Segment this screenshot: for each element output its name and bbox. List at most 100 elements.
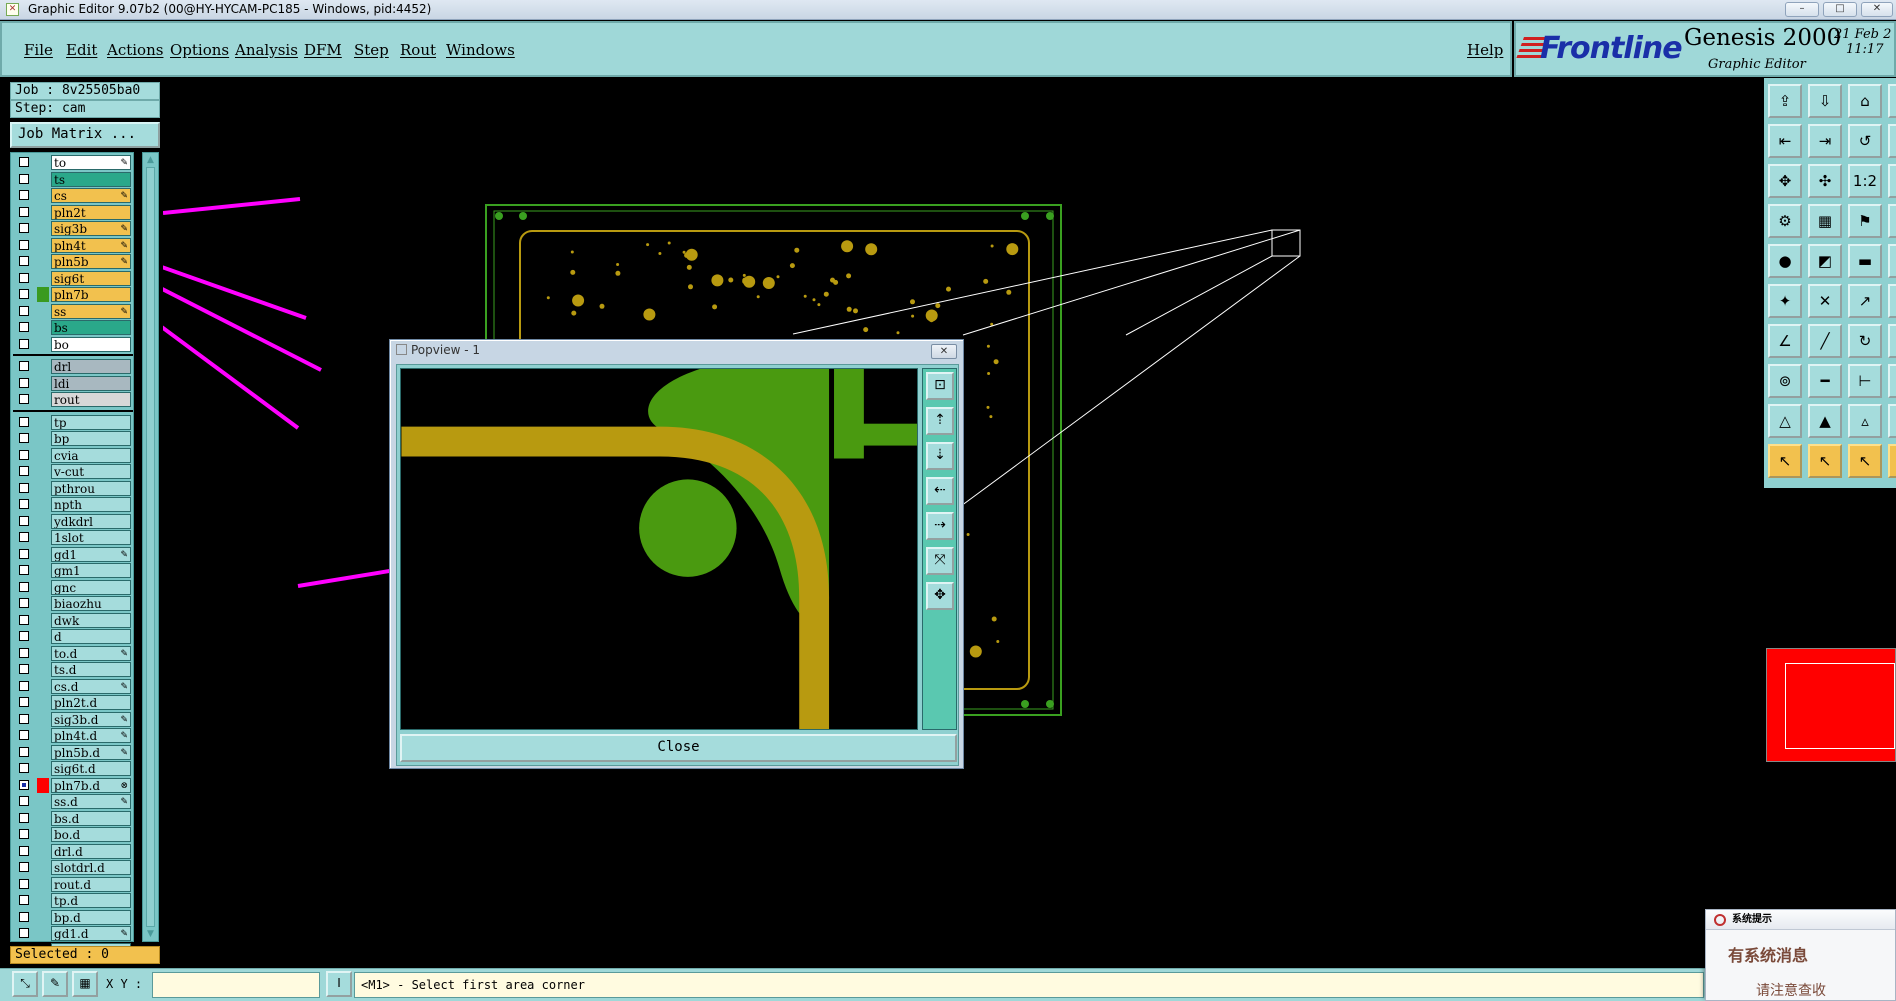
layer-color-indicator[interactable] xyxy=(37,844,49,859)
layer-row-gd1-d[interactable]: gd1.d ✎ xyxy=(13,926,133,941)
layer-color-indicator[interactable] xyxy=(37,761,49,776)
layer-name[interactable]: dwk xyxy=(51,612,131,628)
close-window-button[interactable]: ✕ xyxy=(1861,2,1893,17)
menu-rout[interactable]: Rout xyxy=(400,41,436,59)
layer-row-ts[interactable]: ts xyxy=(13,171,133,187)
toolbar-button-r8-c2[interactable]: ▵ xyxy=(1848,404,1882,438)
toolbar-button-r3-c0[interactable]: ⚙ xyxy=(1768,204,1802,238)
toolbar-button-r4-c1[interactable]: ◩ xyxy=(1808,244,1842,278)
layer-checkbox[interactable] xyxy=(19,223,29,233)
layer-checkbox[interactable] xyxy=(19,565,29,575)
snap-icon[interactable]: ⤡ xyxy=(12,971,38,997)
layer-color-indicator[interactable] xyxy=(37,376,49,391)
layer-row-dwk[interactable]: dwk xyxy=(13,612,133,628)
toolbar-button-r5-c0[interactable]: ✦ xyxy=(1768,284,1802,318)
layer-color-indicator[interactable] xyxy=(37,514,49,529)
layer-row-slotdrl-d[interactable]: slotdrl.d xyxy=(13,860,133,875)
layer-color-indicator[interactable] xyxy=(37,613,49,628)
popview-close-icon[interactable]: ✕ xyxy=(931,344,957,359)
layer-color-indicator[interactable] xyxy=(37,359,49,374)
layer-row-cs-d[interactable]: cs.d ✎ xyxy=(13,678,133,694)
layer-row-v-cut[interactable]: v-cut xyxy=(13,464,133,479)
layer-name[interactable]: ss.d ✎ xyxy=(51,794,131,809)
job-matrix-button[interactable]: Job Matrix ... xyxy=(10,122,160,148)
toolbar-button-r2-c0[interactable]: ✥ xyxy=(1768,164,1802,198)
layer-checkbox[interactable] xyxy=(19,157,29,167)
menu-windows[interactable]: Windows xyxy=(446,41,515,59)
layer-color-indicator[interactable] xyxy=(37,827,49,842)
layer-color-indicator[interactable] xyxy=(37,188,49,203)
layer-color-indicator[interactable] xyxy=(37,287,49,302)
layer-color-indicator[interactable] xyxy=(37,415,49,430)
toolbar-button-r4-c0[interactable]: ● xyxy=(1768,244,1802,278)
overview-preview[interactable] xyxy=(1766,648,1896,762)
layer-row-pln5b-d[interactable]: pln5b.d ✎ xyxy=(13,744,133,760)
layer-color-indicator[interactable] xyxy=(37,238,49,253)
layer-checkbox[interactable] xyxy=(19,173,29,184)
layer-checkbox[interactable] xyxy=(19,361,29,371)
layer-row-cs[interactable]: cs ✎ xyxy=(13,188,133,203)
layer-color-indicator[interactable] xyxy=(37,596,49,611)
toolbar-button-r4-c2[interactable]: ▬ xyxy=(1848,244,1882,278)
layer-color-indicator[interactable] xyxy=(37,547,49,562)
layer-color-indicator[interactable] xyxy=(37,811,49,826)
layer-color-indicator[interactable] xyxy=(37,205,49,220)
layer-row-biaozhu[interactable]: biaozhu xyxy=(13,596,133,611)
toolbar-button-r8-c3[interactable]: ◭ xyxy=(1888,404,1896,438)
layer-name[interactable]: cvia xyxy=(51,447,131,463)
layer-row-gm1[interactable]: gm1 xyxy=(13,563,133,578)
layer-row-to[interactable]: to ✎ xyxy=(13,155,133,170)
layer-name[interactable]: gm1 xyxy=(51,563,131,578)
layer-name[interactable]: gd1 ✎ xyxy=(51,546,131,562)
toolbar-button-r1-c1[interactable]: ⇥ xyxy=(1808,124,1842,158)
layer-checkbox[interactable] xyxy=(19,289,29,299)
layer-name[interactable]: v-cut xyxy=(51,464,131,479)
layer-row-gnc[interactable]: gnc xyxy=(13,579,133,595)
layer-color-indicator[interactable] xyxy=(37,679,49,694)
layer-checkbox[interactable] xyxy=(19,911,29,922)
layer-name[interactable]: cs.d ✎ xyxy=(51,678,131,694)
layer-row-1slot[interactable]: 1slot xyxy=(13,530,133,545)
layer-row-pln2t-d[interactable]: pln2t.d xyxy=(13,695,133,710)
layer-row-bs[interactable]: bs xyxy=(13,320,133,335)
layer-row-sig6t[interactable]: sig6t xyxy=(13,270,133,286)
layer-row-ldi[interactable]: ldi xyxy=(13,375,133,391)
layer-color-indicator[interactable] xyxy=(37,662,49,677)
layer-checkbox[interactable] xyxy=(19,548,29,559)
toolbar-button-r9-c2[interactable]: ↖ xyxy=(1848,444,1882,478)
layer-checkbox[interactable] xyxy=(19,272,29,283)
layer-name[interactable]: pln4t ✎ xyxy=(51,237,131,253)
layer-name[interactable]: cs ✎ xyxy=(51,188,131,203)
layer-checkbox[interactable] xyxy=(19,647,29,658)
layer-name[interactable]: pln7b xyxy=(51,287,131,302)
layer-row-d[interactable]: d xyxy=(13,629,133,644)
layer-row-bs-d[interactable]: bs.d xyxy=(13,810,133,826)
toolbar-button-r0-c3[interactable]: ⇨ xyxy=(1888,84,1896,118)
toolbar-button-r1-c2[interactable]: ↺ xyxy=(1848,124,1882,158)
menu-analysis[interactable]: Analysis xyxy=(235,41,298,59)
layer-name[interactable]: bo.d xyxy=(51,827,131,842)
layer-name[interactable]: tp xyxy=(51,414,131,430)
layer-checkbox[interactable] xyxy=(19,256,29,266)
layer-color-indicator[interactable] xyxy=(37,221,49,236)
layer-color-indicator[interactable] xyxy=(37,728,49,743)
layer-checkbox[interactable] xyxy=(19,466,29,476)
layer-row-to-d[interactable]: to.d ✎ xyxy=(13,645,133,661)
layer-checkbox[interactable] xyxy=(19,206,29,217)
maximize-button[interactable]: □ xyxy=(1823,2,1857,17)
layer-checkbox[interactable] xyxy=(19,664,29,674)
layer-name[interactable]: gd1.d ✎ xyxy=(51,926,131,941)
layer-name[interactable]: tp.d xyxy=(51,893,131,908)
layer-color-indicator[interactable] xyxy=(37,695,49,710)
layer-name[interactable]: sig3b ✎ xyxy=(51,221,131,236)
scroll-down-icon[interactable]: ▼ xyxy=(145,929,156,939)
layer-name[interactable]: pln4t.d ✎ xyxy=(51,728,131,743)
layer-name[interactable]: bs.d xyxy=(51,810,131,826)
layer-name[interactable]: pln2t.d xyxy=(51,695,131,710)
layer-checkbox[interactable] xyxy=(19,338,29,349)
layer-checkbox[interactable] xyxy=(19,928,29,938)
layer-row-drl-d[interactable]: drl.d xyxy=(13,843,133,859)
layer-color-indicator[interactable] xyxy=(37,431,49,446)
system-notice-popup[interactable]: 系统提示 有系统消息 请注意查收 xyxy=(1705,909,1896,1001)
grid-icon[interactable]: ▦ xyxy=(72,971,98,997)
